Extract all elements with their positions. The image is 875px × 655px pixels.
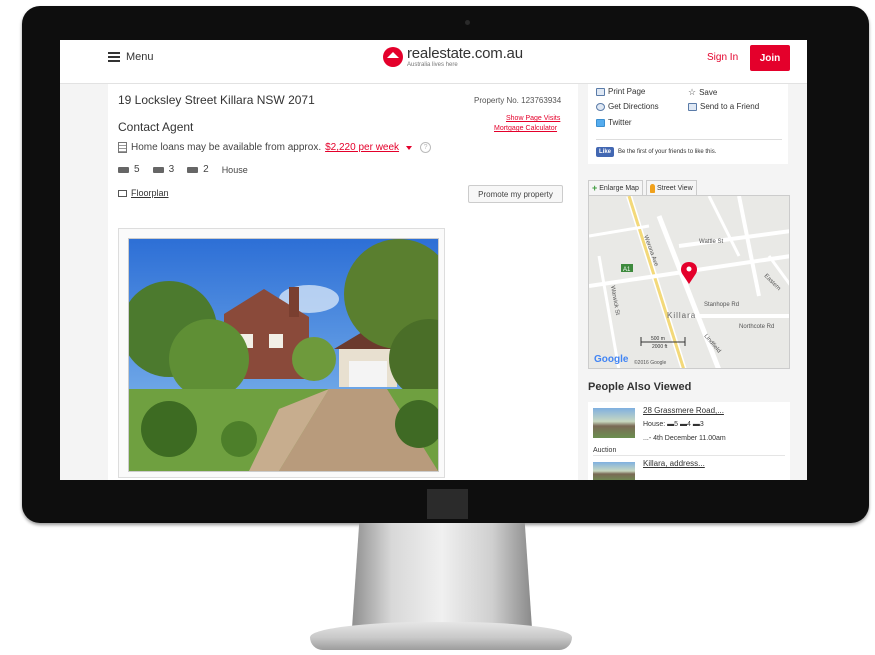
menu-label: Menu <box>126 51 154 63</box>
print-page-label: Print Page <box>608 87 646 96</box>
bathrooms-count: 3 <box>168 164 175 175</box>
browser-screen: Menu realestate.com.au Australia lives h… <box>60 40 807 480</box>
people-also-viewed-list: 28 Grassmere Road,... House: ▬5 ▬4 ▬3 ..… <box>588 402 790 480</box>
svg-text:500 m: 500 m <box>651 336 665 342</box>
save-label: Save <box>699 88 718 97</box>
map-copyright: ©2016 Google <box>634 359 667 366</box>
google-logo: Google <box>594 354 629 365</box>
pegman-icon <box>649 183 655 193</box>
svg-text:2000 ft: 2000 ft <box>652 344 668 350</box>
loans-text: Home loans may be available from approx. <box>131 142 322 153</box>
divider <box>596 139 782 140</box>
photo-gallery <box>118 228 445 478</box>
floorplan-link[interactable]: Floorplan <box>118 188 169 198</box>
property-features: 5 3 2 House <box>118 164 248 175</box>
help-icon[interactable]: ? <box>420 142 432 153</box>
map-canvas: A1 Wattle St Werona Ave Warwick St Stanh… <box>589 196 789 368</box>
map-suburb-label: Killara <box>667 311 696 320</box>
send-to-friend-link[interactable]: Send to a Friend <box>688 102 759 111</box>
facebook-like: Like Be the first of your friends to lik… <box>596 147 716 157</box>
map-street-label: Stanhope Rd <box>704 302 739 308</box>
logo-tagline: Australia lives here <box>407 62 458 68</box>
star-icon: ☆ <box>688 87 697 97</box>
listing-thumbnail[interactable] <box>593 462 635 480</box>
divider <box>593 455 785 456</box>
send-to-friend-label: Send to a Friend <box>700 102 760 111</box>
monitor-stand-neck <box>352 523 532 628</box>
map-road-marker: A1 <box>623 267 631 273</box>
twitter-icon <box>596 118 605 127</box>
enlarge-map-tab[interactable]: + Enlarge Map <box>588 180 643 195</box>
printer-icon <box>596 87 605 96</box>
car-icon <box>187 166 199 173</box>
get-directions-label: Get Directions <box>608 102 659 111</box>
site-header: Menu realestate.com.au Australia lives h… <box>60 40 807 84</box>
street-view-tab[interactable]: Street View <box>645 180 697 195</box>
loans-amount-link[interactable]: $2,220 per week <box>325 142 399 153</box>
logo-text: realestate.com.au <box>407 45 523 62</box>
car-icon: ▬ <box>692 421 700 428</box>
monitor-logo <box>427 489 468 519</box>
property-number: Property No. 123763934 <box>474 96 562 105</box>
share-panel: Print Page ☆ Save Get Directions Send to… <box>588 84 788 164</box>
bedrooms-count: 5 <box>134 164 140 175</box>
plus-icon: + <box>592 183 598 193</box>
menu-button[interactable]: Menu <box>108 51 154 63</box>
street-view-label: Street View <box>656 184 693 192</box>
promote-property-button[interactable]: Promote my property <box>468 185 563 203</box>
show-page-visits-link[interactable]: Show Page Visits <box>506 115 560 122</box>
directions-icon <box>596 102 605 111</box>
twitter-link[interactable]: Twitter <box>596 118 632 127</box>
listing-label: Auction <box>593 447 617 454</box>
map-street-label: Wattle St <box>699 239 723 245</box>
house-photo-image <box>129 239 438 471</box>
bath-icon: ▬ <box>680 421 687 428</box>
twitter-label: Twitter <box>608 118 632 127</box>
property-type: House <box>221 164 248 175</box>
bath-icon <box>152 166 164 173</box>
parking-count: 2 <box>203 164 209 175</box>
facebook-like-button[interactable]: Like <box>596 147 615 157</box>
enlarge-map-label: Enlarge Map <box>599 184 639 192</box>
property-photo[interactable] <box>128 238 439 472</box>
property-price: Contact Agent <box>118 120 194 134</box>
map-street-label: Northcote Rd <box>739 324 774 330</box>
floorplan-icon <box>118 189 127 197</box>
mortgage-calculator-link[interactable]: Mortgage Calculator <box>494 125 557 132</box>
listing-date: ...- 4th December 11.00am <box>643 435 726 442</box>
email-icon <box>688 102 697 111</box>
listing-features: House: ▬5 ▬4 ▬3 <box>643 421 704 428</box>
home-loans-row: Home loans may be available from approx.… <box>118 142 432 153</box>
join-button[interactable]: Join <box>750 45 790 71</box>
listing-title[interactable]: 28 Grassmere Road,... <box>643 406 724 415</box>
people-also-viewed-title: People Also Viewed <box>588 381 692 393</box>
camera-icon <box>465 20 470 25</box>
map-tabs: + Enlarge Map Street View <box>588 180 697 195</box>
floorplan-label: Floorplan <box>131 188 169 198</box>
save-link[interactable]: ☆ Save <box>688 87 717 98</box>
property-address: 19 Locksley Street Killara NSW 2071 <box>118 93 315 107</box>
location-map[interactable]: A1 Wattle St Werona Ave Warwick St Stanh… <box>588 195 790 369</box>
calculator-icon <box>118 142 127 153</box>
hamburger-icon <box>108 52 120 62</box>
property-details: 19 Locksley Street Killara NSW 2071 Prop… <box>108 84 578 480</box>
facebook-like-text: Be the first of your friends to like thi… <box>618 149 717 155</box>
get-directions-link[interactable]: Get Directions <box>596 102 659 111</box>
caret-down-icon[interactable] <box>406 145 413 150</box>
print-page-link[interactable]: Print Page <box>596 87 645 96</box>
listing-title[interactable]: Killara, address... <box>643 459 705 468</box>
house-icon <box>383 47 403 67</box>
monitor-stand-base <box>310 622 572 650</box>
listing-thumbnail[interactable] <box>593 408 635 438</box>
site-logo[interactable]: realestate.com.au Australia lives here <box>383 46 523 68</box>
signin-link[interactable]: Sign In <box>707 52 738 63</box>
bed-icon <box>118 166 129 173</box>
